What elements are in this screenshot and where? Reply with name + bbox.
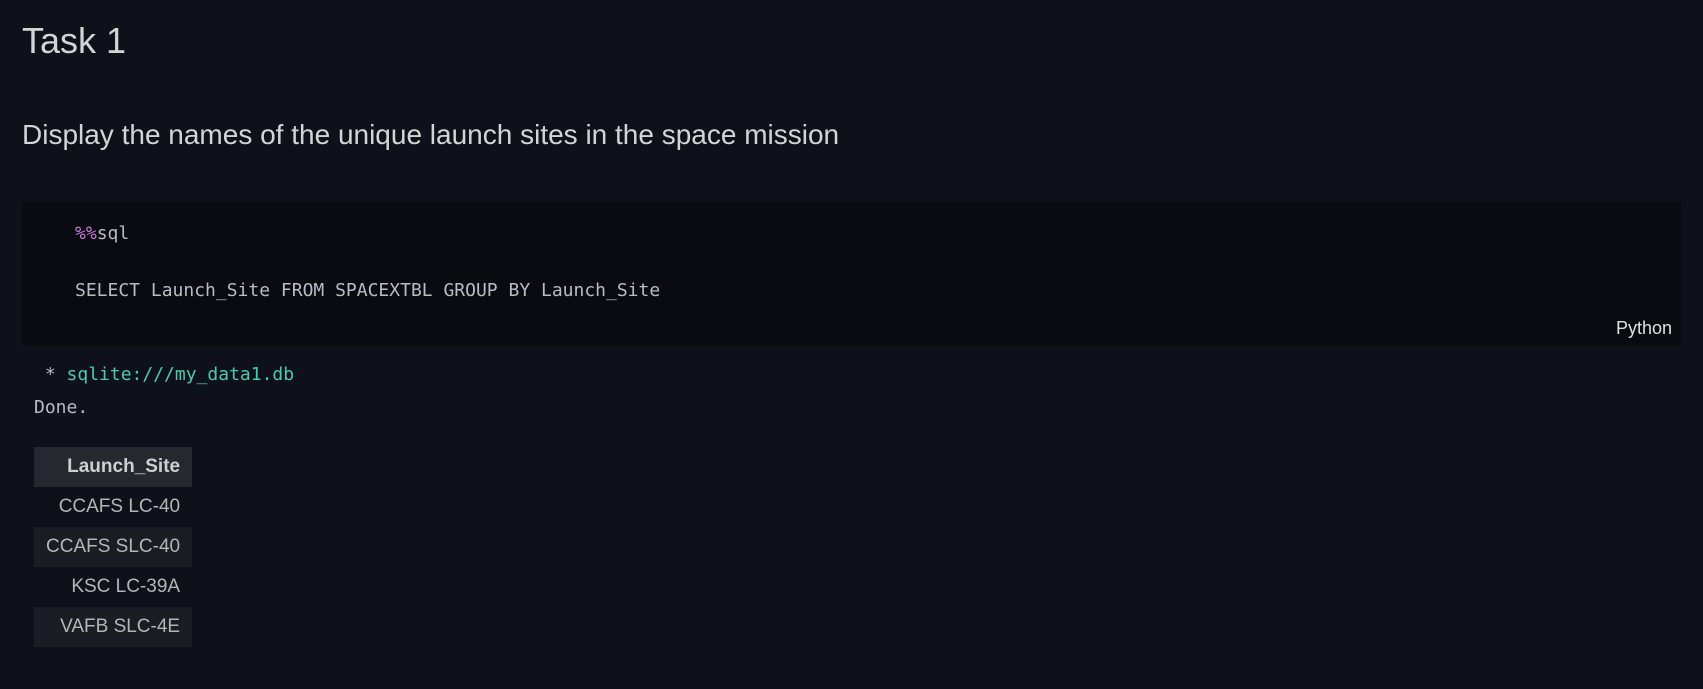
- task-description: Display the names of the unique launch s…: [22, 119, 840, 150]
- table-row: CCAFS LC-40: [34, 487, 192, 527]
- code-cell[interactable]: %%sql SELECT Launch_Site FROM SPACEXTBL …: [22, 201, 1681, 345]
- table-cell: CCAFS SLC-40: [34, 527, 193, 567]
- cell-magic-name: sql: [96, 223, 130, 244]
- table-cell: CCAFS LC-40: [58, 496, 181, 517]
- code-line-query[interactable]: SELECT Launch_Site FROM SPACEXTBL GROUP …: [75, 279, 660, 303]
- task-heading: Task 1: [22, 20, 127, 61]
- table-header-row: Launch_Site: [34, 447, 193, 487]
- output-collapse-marker-icon[interactable]: ›: [0, 456, 2, 468]
- column-header-launch-site: Launch_Site: [34, 447, 193, 487]
- table-cell: VAFB SLC-4E: [34, 607, 193, 647]
- table-row: CCAFS SLC-40: [34, 527, 193, 567]
- cell-output: * sqlite:///my_data1.db Done.: [34, 358, 294, 424]
- status-text: Done.: [34, 397, 89, 418]
- table-row: KSC LC-39A: [34, 567, 192, 607]
- table-row: VAFB SLC-4E: [34, 607, 193, 647]
- language-selector[interactable]: Python: [1616, 318, 1672, 339]
- cell-magic-prefix: %%: [75, 223, 97, 244]
- table-cell: KSC LC-39A: [71, 576, 181, 597]
- connection-prefix: *: [34, 364, 67, 385]
- code-line-magic[interactable]: %%sql: [75, 222, 129, 246]
- connection-string: sqlite:///my_data1.db: [66, 364, 295, 385]
- connection-line: * sqlite:///my_data1.db: [34, 358, 294, 391]
- result-table: Launch_Site CCAFS LC-40 CCAFS SLC-40 KSC…: [34, 447, 193, 647]
